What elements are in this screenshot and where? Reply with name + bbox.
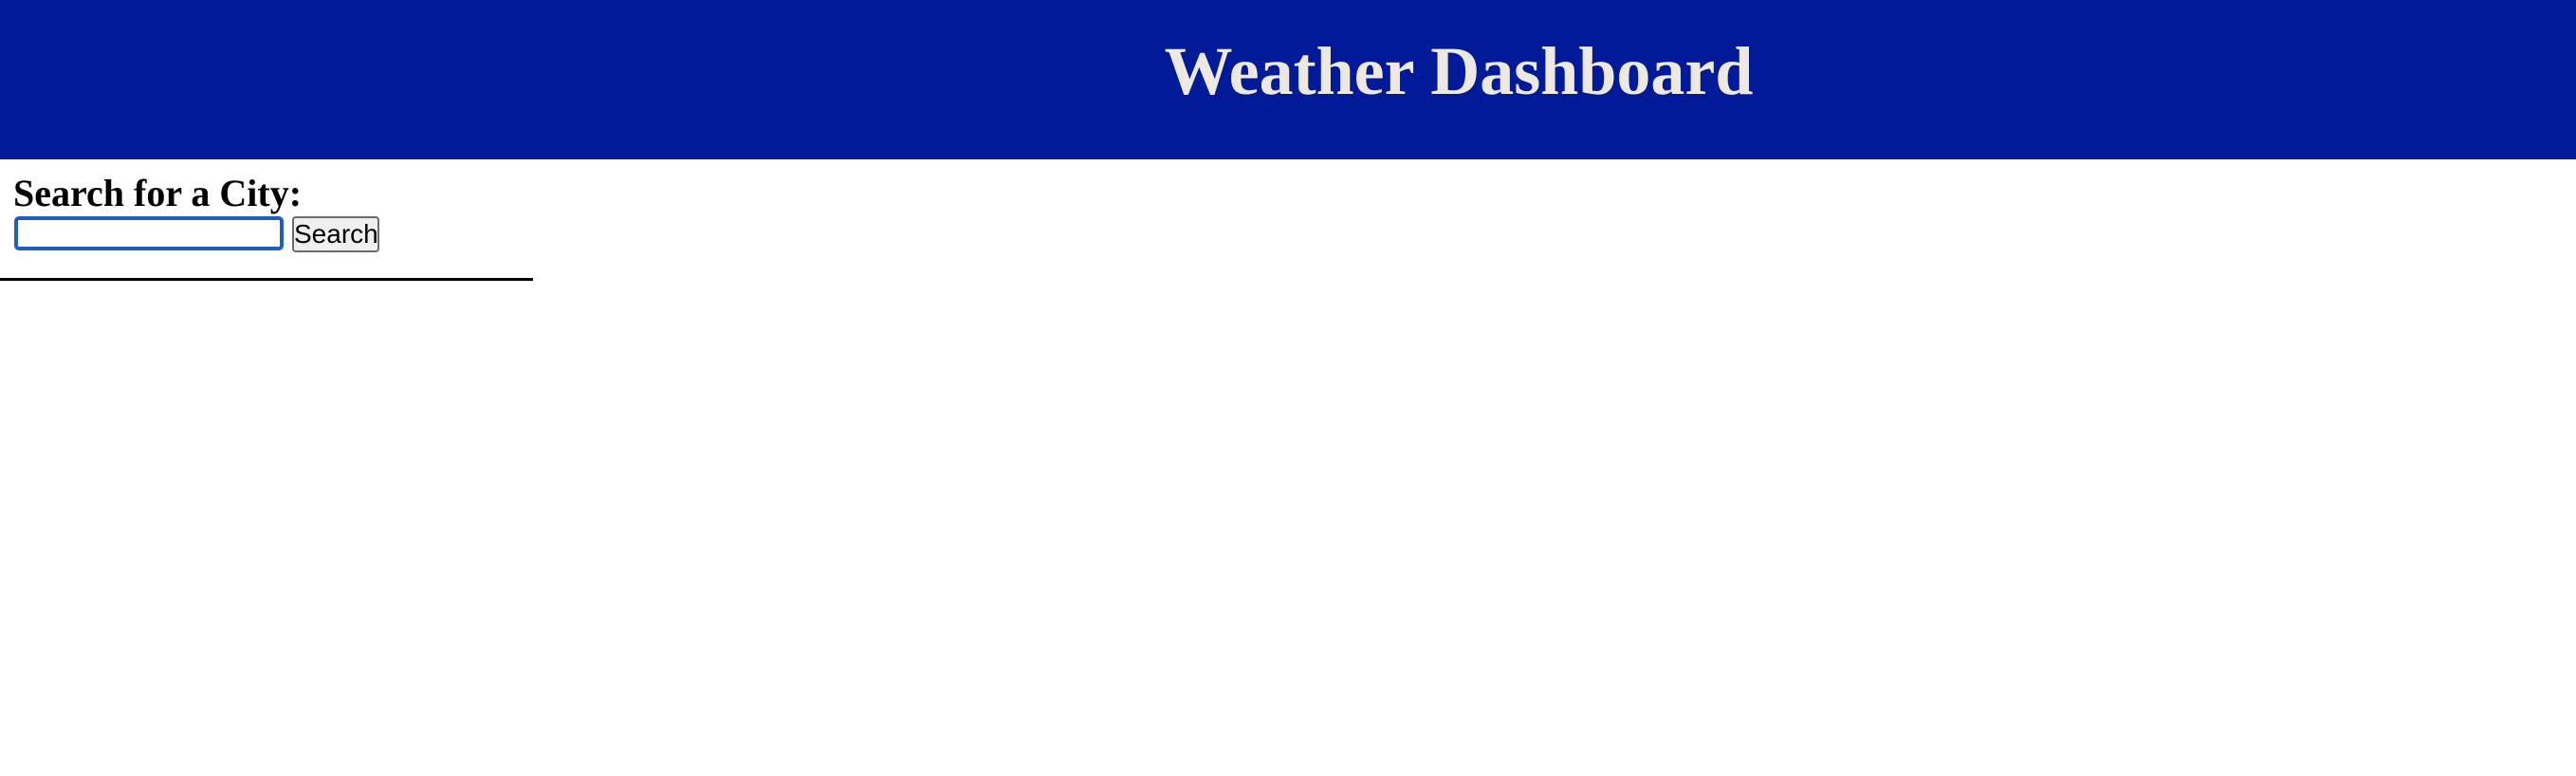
page-title: Weather Dashboard (1164, 33, 1754, 109)
search-panel: Search for a City: Search (0, 159, 533, 281)
city-search-input[interactable] (14, 216, 284, 250)
search-button[interactable]: Search (292, 216, 379, 252)
page-header: Weather Dashboard (0, 0, 2576, 159)
search-heading: Search for a City: (13, 172, 303, 214)
